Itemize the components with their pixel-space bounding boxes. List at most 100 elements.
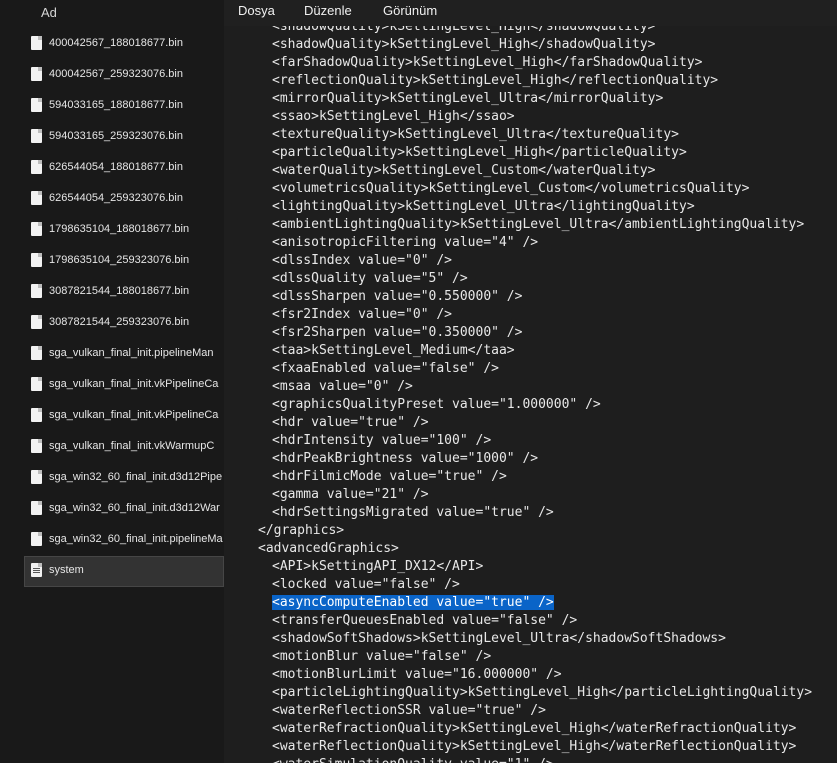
file-row[interactable]: sga_vulkan_final_init.vkPipelineCa [0,401,224,432]
code-line[interactable]: <hdrFilmicMode value="true" /> [272,468,507,486]
code-text: <ssao>kSettingLevel_High</ssao> [272,109,515,124]
code-line[interactable]: <waterRefractionQuality>kSettingLevel_Hi… [272,720,796,738]
code-text: <fxaaEnabled value="false" /> [272,361,499,376]
code-line[interactable]: <anisotropicFiltering value="4" /> [272,234,538,252]
file-row[interactable]: 3087821544_259323076.bin [0,308,224,339]
code-line[interactable]: <fsr2Sharpen value="0.350000" /> [272,324,522,342]
file-row[interactable]: 1798635104_188018677.bin [0,215,224,246]
file-row[interactable]: 594033165_259323076.bin [0,122,224,153]
file-row[interactable]: sga_vulkan_final_init.vkPipelineCa [0,370,224,401]
code-line[interactable]: <fxaaEnabled value="false" /> [272,360,499,378]
name-column-title[interactable]: Ad [41,5,57,20]
code-text: <lightingQuality>kSettingLevel_Ultra</li… [272,199,695,214]
file-row[interactable]: sga_win32_60_final_init.d3d12War [0,494,224,525]
code-line[interactable]: <shadowQuality>kSettingLevel_High</shado… [272,36,656,54]
code-line[interactable]: <motionBlur value="false" /> [272,648,491,666]
file-row[interactable]: 626544054_259323076.bin [0,184,224,215]
code-line[interactable]: <shadowQuality>kSettingLevel_High</shado… [272,26,656,36]
text-editor[interactable]: <shadowQuality>kSettingLevel_High</shado… [224,26,837,763]
code-line[interactable]: <msaa value="0" /> [272,378,413,396]
code-line[interactable]: <waterReflectionQuality>kSettingLevel_Hi… [272,738,796,756]
code-text: <waterReflectionQuality>kSettingLevel_Hi… [272,739,797,754]
file-row[interactable]: sga_win32_60_final_init.pipelineMa [0,525,224,556]
file-name: sga_vulkan_final_init.vkPipelineCa [49,409,219,421]
code-text: <gamma value="21" /> [272,487,429,502]
code-line[interactable]: <lightingQuality>kSettingLevel_Ultra</li… [272,198,695,216]
file-icon [31,284,42,298]
code-line[interactable]: <graphicsQualityPreset value="1.000000" … [272,396,601,414]
code-line[interactable]: <motionBlurLimit value="16.000000" /> [272,666,562,684]
file-row[interactable]: sga_vulkan_final_init.vkWarmupC [0,432,224,463]
code-line[interactable]: <shadowSoftShadows>kSettingLevel_Ultra</… [272,630,726,648]
code-line[interactable]: <particleLightingQuality>kSettingLevel_H… [272,684,812,702]
code-line[interactable]: <gamma value="21" /> [272,486,429,504]
menu-edit[interactable]: Düzenle [304,3,352,18]
code-line[interactable]: <advancedGraphics> [258,540,399,558]
code-text: <dlssIndex value="0" /> [272,253,453,268]
code-text: <asyncComputeEnabled value="true" /> [272,595,554,610]
file-row[interactable]: sga_vulkan_final_init.pipelineMan [0,339,224,370]
code-text: <hdrSettingsMigrated value="true" /> [272,505,554,520]
file-row[interactable]: sga_win32_60_final_init.d3d12Pipe [0,463,224,494]
code-line[interactable]: <dlssIndex value="0" /> [272,252,452,270]
file-row[interactable]: 400042567_259323076.bin [0,60,224,91]
file-icon [31,408,42,422]
code-line[interactable]: <volumetricsQuality>kSettingLevel_Custom… [272,180,749,198]
file-name: sga_win32_60_final_init.d3d12War [49,502,220,514]
file-name: 626544054_259323076.bin [49,192,183,204]
code-line[interactable]: <mirrorQuality>kSettingLevel_Ultra</mirr… [272,90,663,108]
file-icon [31,439,42,453]
code-line[interactable]: <taa>kSettingLevel_Medium</taa> [272,342,515,360]
file-row[interactable]: 3087821544_188018677.bin [0,277,224,308]
file-row[interactable]: 594033165_188018677.bin [0,91,224,122]
code-text: <particleLightingQuality>kSettingLevel_H… [272,685,813,700]
file-row[interactable]: 1798635104_259323076.bin [0,246,224,277]
code-line[interactable]: <locked value="false" /> [272,576,460,594]
file-name: 400042567_259323076.bin [49,68,183,80]
code-line[interactable]: <farShadowQuality>kSettingLevel_High</fa… [272,54,702,72]
file-row[interactable]: 626544054_188018677.bin [0,153,224,184]
file-icon [31,67,42,81]
file-name: sga_vulkan_final_init.vkPipelineCa [49,378,219,390]
code-line[interactable]: <waterQuality>kSettingLevel_Custom</wate… [272,162,656,180]
code-line[interactable]: </graphics> [258,522,344,540]
menu-view[interactable]: Görünüm [383,3,437,18]
code-text: <hdrIntensity value="100" /> [272,433,492,448]
code-text: <waterQuality>kSettingLevel_Custom</wate… [272,163,656,178]
code-text: <graphicsQualityPreset value="1.000000" … [272,397,601,412]
code-line[interactable]: <dlssQuality value="5" /> [272,270,468,288]
code-text: <API>kSettingAPI_DX12</API> [272,559,484,574]
selected-code-line[interactable]: <asyncComputeEnabled value="true" /> [272,594,554,612]
code-line[interactable]: <particleQuality>kSettingLevel_High</par… [272,144,687,162]
code-line[interactable]: <dlssSharpen value="0.550000" /> [272,288,522,306]
code-line[interactable]: <hdrSettingsMigrated value="true" /> [272,504,554,522]
code-text: <fsr2Sharpen value="0.350000" /> [272,325,523,340]
code-line[interactable]: <ambientLightingQuality>kSettingLevel_Ul… [272,216,804,234]
code-line[interactable]: <API>kSettingAPI_DX12</API> [272,558,483,576]
code-line[interactable]: <ssao>kSettingLevel_High</ssao> [272,108,515,126]
file-name: 1798635104_188018677.bin [49,223,190,235]
name-column-header[interactable]: Ad ^ [0,0,224,26]
file-icon [31,501,42,515]
code-line[interactable]: <textureQuality>kSettingLevel_Ultra</tex… [272,126,679,144]
code-text: <shadowSoftShadows>kSettingLevel_Ultra</… [272,631,726,646]
file-name: 626544054_188018677.bin [49,161,183,173]
code-line[interactable]: <transferQueuesEnabled value="false" /> [272,612,577,630]
file-name: sga_win32_60_final_init.pipelineMa [49,533,223,545]
code-line[interactable]: <waterSimulationQuality value="1" /> [272,756,554,763]
file-icon [31,532,42,546]
file-row[interactable]: 400042567_188018677.bin [0,29,224,60]
text-file-icon [31,563,42,577]
code-text: </graphics> [258,523,345,538]
file-name: 400042567_188018677.bin [49,37,183,49]
file-name: sga_vulkan_final_init.vkWarmupC [49,440,215,452]
file-row[interactable]: system [24,556,224,587]
code-line[interactable]: <hdr value="true" /> [272,414,429,432]
menu-file[interactable]: Dosya [238,3,275,18]
sort-ascending-icon[interactable]: ^ [150,0,159,7]
code-line[interactable]: <hdrIntensity value="100" /> [272,432,491,450]
code-line[interactable]: <reflectionQuality>kSettingLevel_High</r… [272,72,718,90]
code-line[interactable]: <fsr2Index value="0" /> [272,306,452,324]
code-line[interactable]: <waterReflectionSSR value="true" /> [272,702,546,720]
code-line[interactable]: <hdrPeakBrightness value="1000" /> [272,450,538,468]
